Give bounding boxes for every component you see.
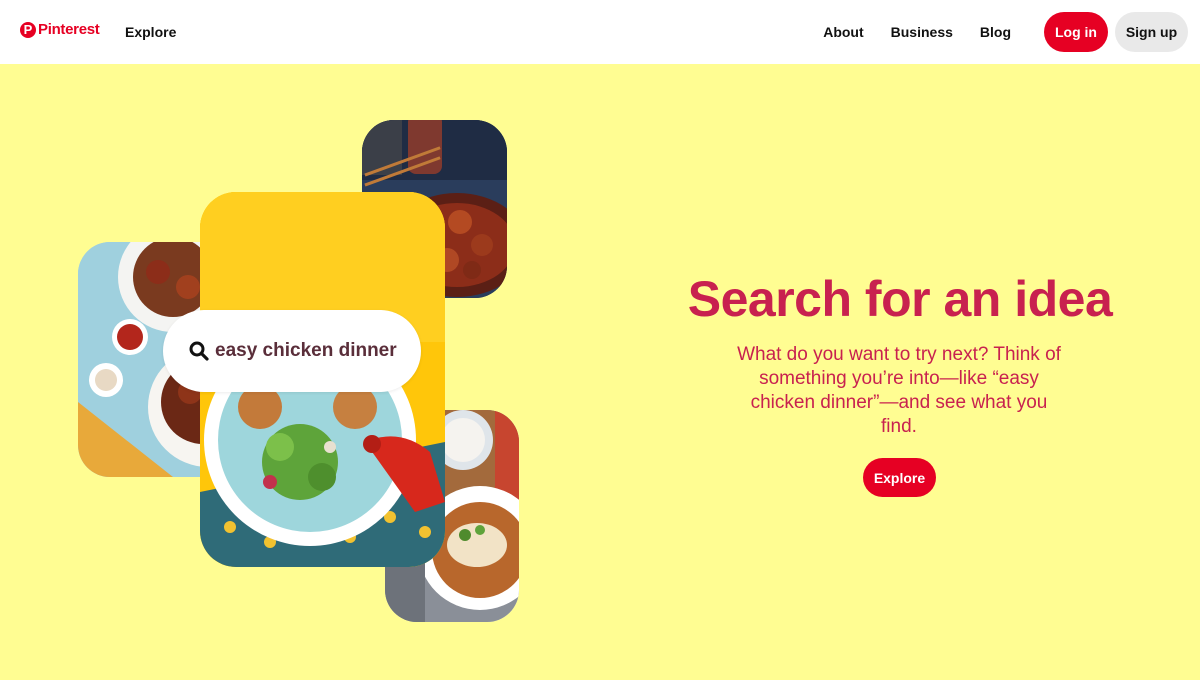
search-example-pill: easy chicken dinner <box>163 310 421 392</box>
nav-business-link[interactable]: Business <box>891 24 953 40</box>
logo-text: Pinterest <box>38 21 100 38</box>
nav-explore-link[interactable]: Explore <box>125 24 176 40</box>
hero-description: What do you want to try next? Think of s… <box>737 344 1061 437</box>
hero-explore-button[interactable]: Explore <box>863 458 936 497</box>
pinterest-logo-icon: P <box>20 21 36 38</box>
nav-right: About Business Blog Log in Sign up <box>823 12 1188 52</box>
top-nav: P Pinterest Explore About Business Blog … <box>0 0 1200 64</box>
hero-section: easy chicken dinner Search for an idea W… <box>0 64 1200 680</box>
hero-title: Search for an idea <box>687 271 1113 327</box>
login-button[interactable]: Log in <box>1044 12 1108 52</box>
nav-about-link[interactable]: About <box>823 24 863 40</box>
search-query-text: easy chicken dinner <box>215 340 397 361</box>
signup-button[interactable]: Sign up <box>1115 12 1188 52</box>
search-icon <box>189 341 209 361</box>
pinterest-logo[interactable]: P Pinterest <box>20 21 100 38</box>
nav-blog-link[interactable]: Blog <box>980 24 1011 40</box>
